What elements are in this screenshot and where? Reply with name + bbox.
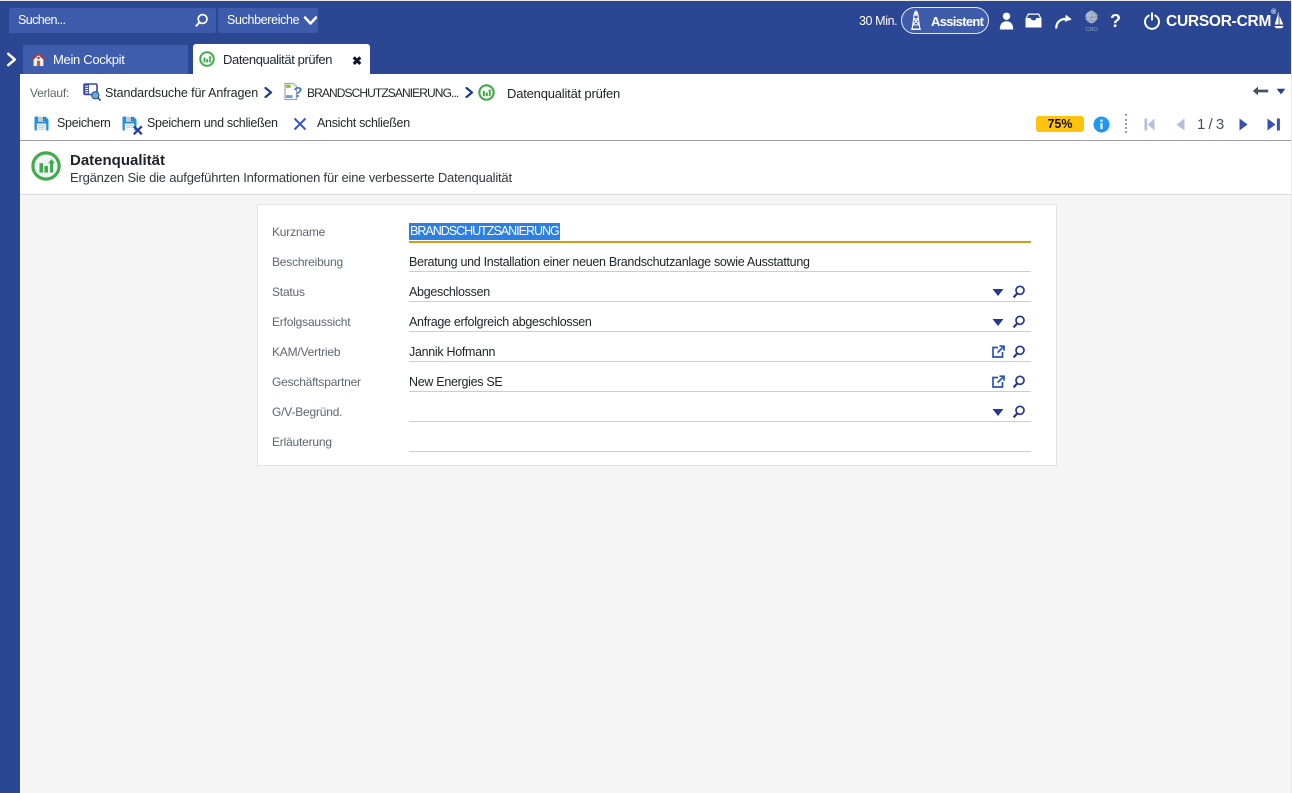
- svg-text:?: ?: [293, 84, 302, 101]
- svg-text:CRO: CRO: [1085, 27, 1098, 32]
